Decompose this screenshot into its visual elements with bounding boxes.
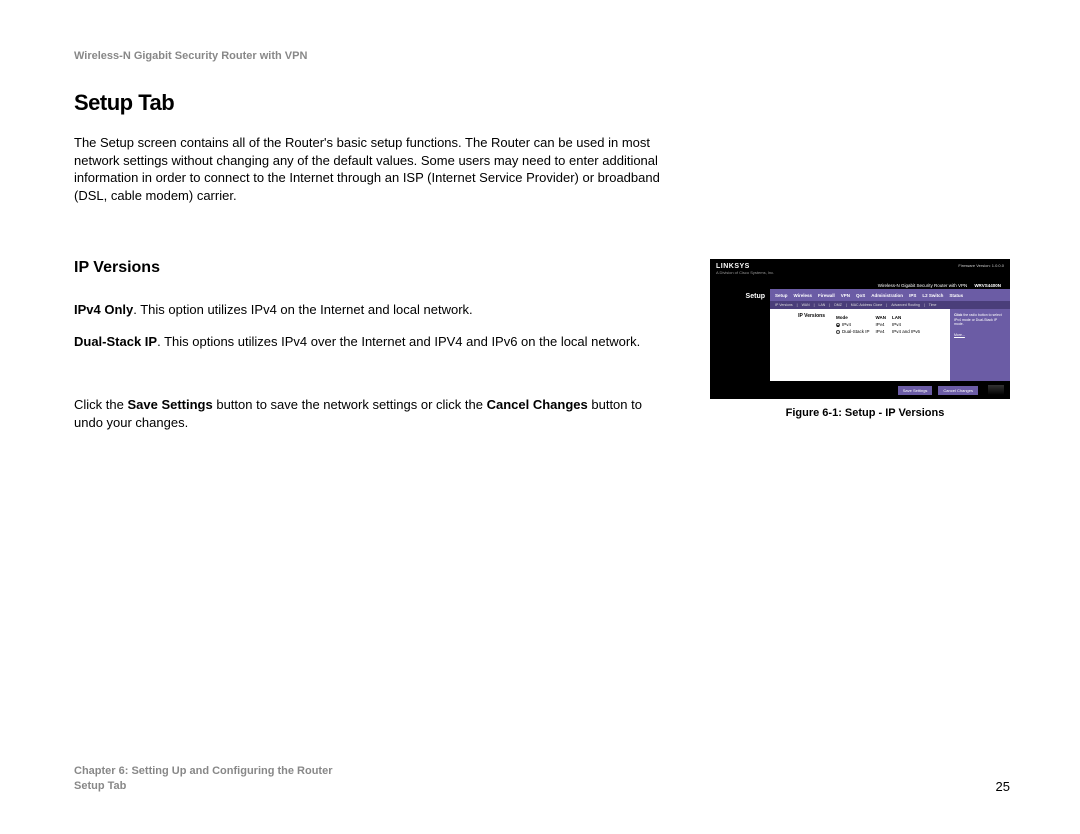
model-number: WRVS4400N xyxy=(971,283,1004,288)
row0-wan: IPv4 xyxy=(876,321,893,328)
brand-subtext: A Division of Cisco Systems, Inc. xyxy=(716,270,774,275)
row0-mode: IPv4 xyxy=(842,322,851,327)
col-wan: WAN xyxy=(876,314,893,321)
router-footer: Save Settings Cancel Changes xyxy=(710,381,1010,399)
ipv4-only-text: . This option utilizes IPv4 on the Inter… xyxy=(133,302,472,317)
tab-firewall[interactable]: Firewall xyxy=(818,293,835,298)
firmware-version: Firmware Version: 1.0.0.0 xyxy=(958,263,1004,268)
radio-icon[interactable] xyxy=(836,330,840,334)
subtab-time[interactable]: Time xyxy=(929,303,937,307)
subtab-dmz[interactable]: DMZ xyxy=(834,303,842,307)
row1-lan: IPv4 and IPv6 xyxy=(892,328,926,335)
cancel-changes-label: Cancel Changes xyxy=(487,397,588,412)
row0-lan: IPv4 xyxy=(892,321,926,328)
panel-label: IP Versions xyxy=(770,309,830,381)
subtab-wan[interactable]: WAN xyxy=(802,303,810,307)
save-cancel-pre: Click the xyxy=(74,397,127,412)
section-heading-ip-versions: IP Versions xyxy=(74,259,674,277)
text-column: IP Versions IPv4 Only. This option utili… xyxy=(74,259,674,445)
main-tabs: Setup Wireless Firewall VPN QoS Administ… xyxy=(770,289,1010,301)
options-panel: Mode WAN LAN IPv4 IPv4 IPv4 xyxy=(830,309,950,381)
save-settings-label: Save Settings xyxy=(127,397,212,412)
ipv4-only-label: IPv4 Only xyxy=(74,302,133,317)
sub-tabs: IP Versions| WAN| LAN| DMZ| MAC Address … xyxy=(770,301,1010,309)
paragraph-dual-stack: Dual-Stack IP. This options utilizes IPv… xyxy=(74,333,664,351)
tab-l2switch[interactable]: L2 Switch xyxy=(922,293,943,298)
tab-qos[interactable]: QoS xyxy=(856,293,865,298)
figure-column: LINKSYS A Division of Cisco Systems, Inc… xyxy=(710,259,1020,445)
page-footer: Chapter 6: Setting Up and Configuring th… xyxy=(74,764,1010,794)
col-mode: Mode xyxy=(836,314,876,321)
page-number: 25 xyxy=(996,779,1010,794)
doc-header: Wireless-N Gigabit Security Router with … xyxy=(74,50,1010,62)
row1-wan: IPv4 xyxy=(876,328,893,335)
table-row: Dual-Stack IP IPv4 IPv4 and IPv6 xyxy=(836,328,926,335)
tab-administration[interactable]: Administration xyxy=(871,293,903,298)
tab-status[interactable]: Status xyxy=(949,293,963,298)
tab-setup[interactable]: Setup xyxy=(775,293,788,298)
subtab-lan[interactable]: LAN xyxy=(819,303,826,307)
help-panel: Click the radio button to select IPv4 mo… xyxy=(950,309,1010,381)
help-text: the radio button to select IPv4 mode or … xyxy=(954,313,1002,326)
subtab-ip-versions[interactable]: IP Versions xyxy=(775,303,793,307)
footer-chapter: Chapter 6: Setting Up and Configuring th… xyxy=(74,764,333,779)
paragraph-save-cancel: Click the Save Settings button to save t… xyxy=(74,396,664,431)
help-more-link[interactable]: More... xyxy=(954,333,1006,338)
radio-icon[interactable] xyxy=(836,323,840,327)
page-title: Setup Tab xyxy=(74,90,1010,116)
product-name: Wireless-N Gigabit Security Router with … xyxy=(878,283,968,288)
subtab-adv-routing[interactable]: Advanced Routing xyxy=(891,303,920,307)
dual-stack-text: . This options utilizes IPv4 over the In… xyxy=(157,334,640,349)
figure-caption: Figure 6-1: Setup - IP Versions xyxy=(710,407,1020,419)
col-lan: LAN xyxy=(892,314,926,321)
brand-logo: LINKSYS xyxy=(716,263,774,270)
save-settings-button[interactable]: Save Settings xyxy=(898,386,933,395)
paragraph-ipv4-only: IPv4 Only. This option utilizes IPv4 on … xyxy=(74,301,664,319)
tab-ips[interactable]: IPS xyxy=(909,293,916,298)
intro-paragraph: The Setup screen contains all of the Rou… xyxy=(74,134,664,204)
tab-wireless[interactable]: Wireless xyxy=(794,293,812,298)
tab-vpn[interactable]: VPN xyxy=(841,293,850,298)
subtab-mac[interactable]: MAC Address Clone xyxy=(851,303,883,307)
row1-mode: Dual-Stack IP xyxy=(842,329,870,334)
router-screenshot: LINKSYS A Division of Cisco Systems, Inc… xyxy=(710,259,1010,399)
dual-stack-label: Dual-Stack IP xyxy=(74,334,157,349)
save-cancel-mid: button to save the network settings or c… xyxy=(213,397,487,412)
table-row: IPv4 IPv4 IPv4 xyxy=(836,321,926,328)
cisco-logo-icon xyxy=(988,385,1004,395)
footer-section: Setup Tab xyxy=(74,779,333,794)
cancel-changes-button[interactable]: Cancel Changes xyxy=(938,386,978,395)
